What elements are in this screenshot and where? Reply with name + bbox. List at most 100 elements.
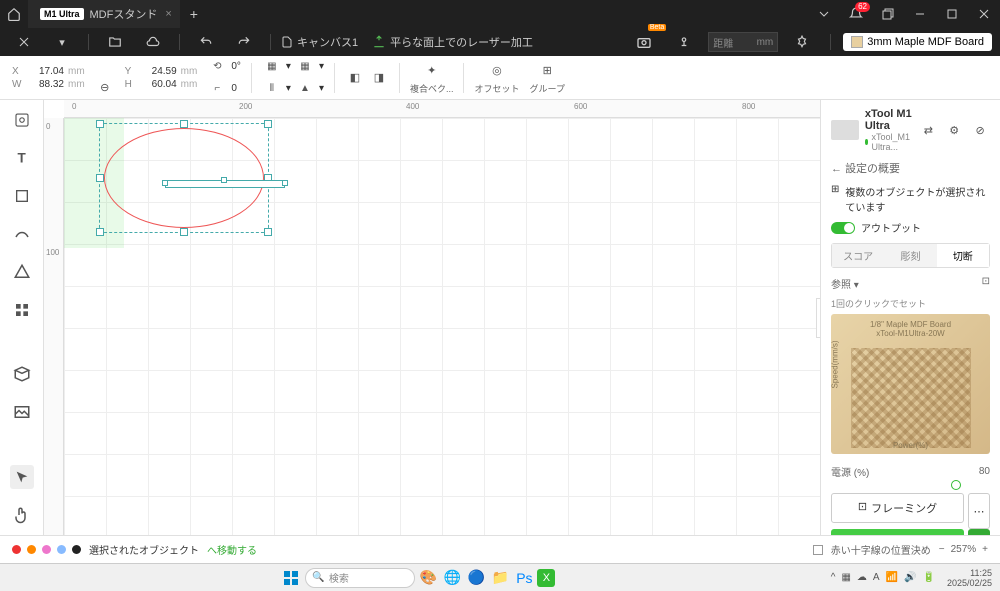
back-to-settings[interactable]: ← 設定の概要 [831, 160, 990, 176]
vector-tool[interactable] [10, 222, 34, 246]
send-back-icon[interactable]: ◨ [369, 68, 389, 88]
swap-device-icon[interactable]: ⇄ [918, 120, 938, 140]
crosshair-checkbox[interactable] [813, 545, 823, 555]
close-canvas-button[interactable] [8, 28, 40, 56]
undo-button[interactable] [190, 28, 222, 56]
tray-cloud-icon[interactable]: ☁ [857, 572, 867, 583]
prop-y[interactable]: 24.59 [141, 66, 177, 77]
taskbar-search[interactable]: 🔍 検索 [305, 568, 415, 588]
shape-tool[interactable] [10, 260, 34, 284]
handle-top-left[interactable] [96, 120, 104, 128]
canvas-area[interactable]: 0 200 400 600 800 0 100 [44, 100, 820, 535]
inner-handle-left[interactable] [162, 180, 168, 186]
processing-mode[interactable]: 平らな面上でのレーザー加工 [372, 34, 533, 50]
tray-wifi-icon[interactable]: 📶 [886, 572, 898, 583]
select-tool[interactable] [10, 108, 34, 132]
prop-rotation[interactable]: 0° [231, 61, 241, 72]
material-chip[interactable]: 3mm Maple MDF Board [843, 33, 992, 51]
tray-volume-icon[interactable]: 🔊 [904, 572, 916, 583]
device-lock-icon[interactable]: ⊘ [970, 120, 990, 140]
preset-thumbnail[interactable]: 1/8" Maple MDF Board xTool-M1Ultra-20W S… [831, 314, 990, 454]
distance-input[interactable]: 距離 mm [708, 32, 778, 52]
prop-x[interactable]: 17.04 [28, 66, 64, 77]
hand-tool[interactable] [10, 503, 34, 527]
distribute-h-icon[interactable]: ⫴ [262, 79, 282, 99]
home-icon[interactable] [0, 0, 28, 28]
zoom-in-button[interactable]: + [982, 544, 988, 555]
go-process-button[interactable]: ▶ 加工に移動 [831, 529, 964, 535]
taskbar-edge[interactable]: 🌐 [441, 567, 463, 589]
document-tab[interactable]: M1 Ultra MDFスタンド × [28, 0, 180, 28]
joystick-icon[interactable] [668, 28, 700, 56]
selection-box[interactable] [99, 123, 269, 233]
handle-bot-right[interactable] [264, 228, 272, 236]
rectangle-tool[interactable] [10, 184, 34, 208]
camera-icon[interactable]: Beta [628, 28, 660, 56]
close-window-button[interactable] [968, 0, 1000, 28]
handle-top-right[interactable] [264, 120, 272, 128]
reference-dropdown[interactable]: 参照 ▾ ⊡ [831, 276, 990, 291]
canvas-selector[interactable]: キャンバス1 [281, 34, 358, 50]
align-center-icon[interactable]: ▦ [295, 57, 315, 77]
chevron-down-small-icon[interactable]: ▾ [46, 28, 78, 56]
prop-h[interactable]: 60.04 [141, 79, 177, 90]
windows-icon[interactable] [872, 0, 904, 28]
prop-radius[interactable]: 0 [231, 83, 237, 94]
chevron-down-icon[interactable] [808, 0, 840, 28]
inner-handle-right[interactable] [282, 180, 288, 186]
compound-vector-button[interactable]: ✦複合ベク... [410, 60, 454, 95]
close-tab-icon[interactable]: × [165, 8, 171, 20]
tab-engrave[interactable]: 彫刻 [884, 244, 936, 267]
pointer-tool[interactable] [10, 465, 34, 489]
inner-handle-mid[interactable] [221, 177, 227, 183]
panel-collapse-handle[interactable]: › [816, 298, 820, 338]
zoom-value[interactable]: 257% [951, 544, 977, 555]
flip-icon[interactable]: ▲ [295, 79, 315, 99]
lock-aspect-icon[interactable]: ⊖ [95, 77, 115, 97]
taskbar-explorer[interactable]: 📁 [489, 567, 511, 589]
notifications-icon[interactable]: 62 [840, 0, 872, 28]
zoom-out-button[interactable]: − [939, 544, 945, 555]
apps-tool[interactable] [10, 298, 34, 322]
maximize-button[interactable] [936, 0, 968, 28]
taskbar-xtool[interactable]: X [537, 569, 555, 587]
start-button[interactable] [279, 568, 303, 588]
handle-mid-left[interactable] [96, 174, 104, 182]
output-toggle[interactable] [831, 222, 855, 234]
go-more-button[interactable]: ⋯ [968, 529, 990, 535]
minimize-button[interactable] [904, 0, 936, 28]
tray-chevron-icon[interactable]: ^ [831, 572, 836, 583]
power-value[interactable]: 80 [979, 466, 990, 477]
taskbar-clock[interactable]: 11:25 2025/02/25 [947, 568, 992, 588]
rectangle-shape[interactable] [165, 180, 285, 188]
framing-button[interactable]: ⊡ フレーミング [831, 493, 964, 523]
open-file-icon[interactable] [99, 28, 131, 56]
status-move-link[interactable]: へ移動する [207, 542, 257, 557]
framing-more-button[interactable]: ⋯ [968, 493, 990, 529]
layer-colors[interactable] [12, 545, 81, 554]
tab-score[interactable]: スコア [832, 244, 884, 267]
taskbar-app-1[interactable]: 🎨 [417, 567, 439, 589]
image-tool[interactable] [10, 400, 34, 424]
tray-battery-icon[interactable]: 🔋 [922, 572, 934, 583]
settings-icon[interactable] [786, 28, 818, 56]
material-tool[interactable] [10, 362, 34, 386]
tray-ime-icon[interactable]: A [873, 572, 880, 583]
handle-bot-left[interactable] [96, 228, 104, 236]
tray-app-icon[interactable]: ▦ [841, 572, 850, 583]
taskbar-photoshop[interactable]: Ps [513, 567, 535, 589]
offset-button[interactable]: ◎オフセット [474, 60, 519, 95]
align-left-icon[interactable]: ▦ [262, 57, 282, 77]
taskbar-chrome[interactable]: 🔵 [465, 567, 487, 589]
group-button[interactable]: ⊞グループ [530, 60, 565, 95]
prop-w[interactable]: 88.32 [28, 79, 64, 90]
add-tab-button[interactable]: + [180, 6, 208, 22]
tab-cut[interactable]: 切断 [937, 244, 989, 267]
bring-front-icon[interactable]: ◧ [345, 68, 365, 88]
device-settings-icon[interactable]: ⚙ [944, 120, 964, 140]
handle-bot-mid[interactable] [180, 228, 188, 236]
redo-button[interactable] [228, 28, 260, 56]
handle-top-mid[interactable] [180, 120, 188, 128]
text-tool[interactable]: T [10, 146, 34, 170]
cloud-icon[interactable] [137, 28, 169, 56]
